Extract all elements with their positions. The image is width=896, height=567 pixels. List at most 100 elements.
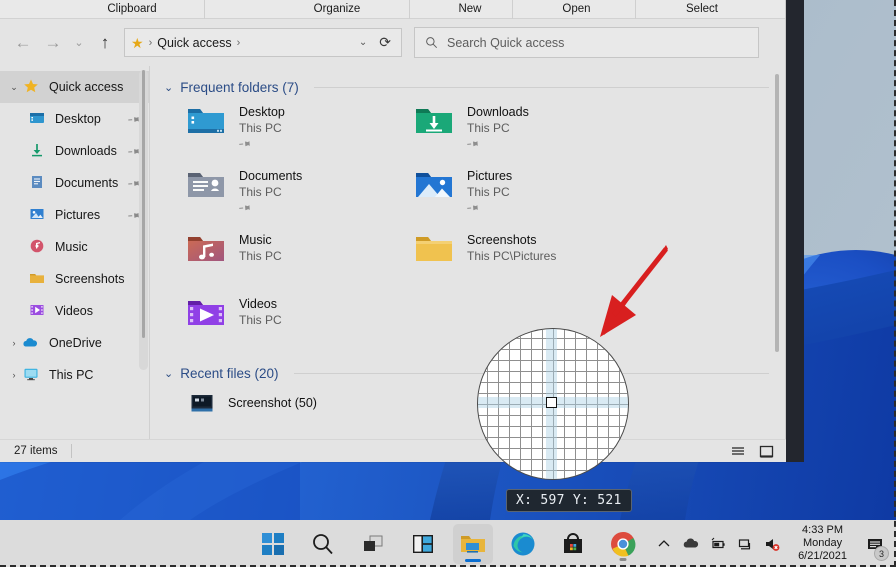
star-icon (22, 78, 42, 96)
volume-muted-icon[interactable] (763, 535, 781, 553)
details-view-icon[interactable] (728, 442, 748, 460)
sidebar-item-label: OneDrive (49, 336, 102, 350)
sidebar-item-label: Music (55, 240, 88, 254)
microsoft-store-button[interactable] (553, 524, 593, 564)
folder-location: This PC (467, 121, 510, 135)
chevron-down-icon[interactable]: ⌄ (164, 367, 173, 380)
music-folder-icon (186, 231, 228, 269)
folder-tile-music[interactable]: Music This PC (186, 231, 414, 284)
active-app-indicator (465, 558, 481, 562)
sidebar-item-desktop[interactable]: Desktop (0, 103, 150, 135)
navigation-pane: ⌄ Quick access Desktop Downloads Documents Pi… (0, 66, 150, 439)
folder-tile-desktop[interactable]: Desktop This PC (186, 103, 414, 156)
pictures-folder-icon (414, 167, 456, 205)
content-scrollbar-thumb[interactable] (775, 74, 779, 352)
sidebar-item-videos[interactable]: Videos (0, 295, 150, 327)
content-scrollbar[interactable] (772, 74, 782, 429)
ribbon-group-bar: Clipboard Organize New Open Select (0, 0, 785, 19)
folder-location: This PC\Pictures (467, 249, 557, 263)
system-tray: 4:33 PM Monday 6/21/2021 3 (655, 520, 896, 567)
search-icon (311, 532, 335, 556)
notification-count-badge[interactable]: 3 (874, 546, 889, 561)
search-placeholder: Search Quick access (447, 35, 565, 50)
cloud-icon[interactable] (682, 535, 700, 553)
breadcrumb-separator: › (148, 36, 153, 49)
recent-files-title: Recent files (20) (180, 366, 279, 381)
downloads-folder-icon (414, 103, 456, 141)
sidebar-item-documents[interactable]: Documents (0, 167, 150, 199)
taskbar: 4:33 PM Monday 6/21/2021 3 (0, 520, 896, 567)
sidebar-item-screenshots[interactable]: Screenshots (0, 263, 150, 295)
folder-tile-documents[interactable]: Documents This PC (186, 167, 414, 220)
folder-name: Videos (239, 297, 277, 311)
window-right-edge (786, 0, 804, 462)
chevron-right-icon[interactable]: › (6, 370, 22, 380)
coordinate-tooltip: X: 597 Y: 521 (506, 489, 632, 512)
widgets-icon (411, 532, 435, 556)
large-icons-view-icon[interactable] (756, 442, 776, 460)
frequent-folders-header[interactable]: ⌄ Frequent folders (7) (150, 66, 785, 95)
folder-location: This PC (467, 185, 510, 199)
widgets-button[interactable] (403, 524, 443, 564)
recent-locations-button[interactable]: ⌄ (68, 28, 90, 58)
sidebar-item-onedrive[interactable]: › OneDrive (0, 327, 150, 359)
folder-tile-videos[interactable]: Videos This PC (186, 295, 414, 348)
sidebar-scrollbar[interactable] (139, 70, 148, 370)
sidebar-item-music[interactable]: Music (0, 231, 150, 263)
search-icon (426, 37, 438, 49)
sidebar-item-label: This PC (49, 368, 94, 382)
edge-icon (510, 531, 536, 557)
folder-tile-pictures[interactable]: Pictures This PC (414, 167, 642, 220)
edge-button[interactable] (503, 524, 543, 564)
file-explorer-window: Clipboard Organize New Open Select ← → ⌄ ↑ ★… (0, 0, 786, 462)
up-button[interactable]: ↑ (90, 28, 120, 58)
navigation-bar: ← → ⌄ ↑ ★ › Quick access › ⌄ ⟳ Search Qu… (0, 19, 785, 66)
sidebar-item-quick-access[interactable]: ⌄ Quick access (0, 71, 150, 103)
sidebar-scrollbar-thumb[interactable] (142, 70, 145, 338)
breadcrumb-quick-access[interactable]: Quick access (157, 36, 231, 50)
recent-files-header[interactable]: ⌄ Recent files (20) (150, 348, 785, 381)
folder-tile-text: Music This PC (239, 231, 282, 264)
sidebar-item-label: Videos (55, 304, 93, 318)
file-explorer-button[interactable] (453, 523, 493, 564)
folder-name: Downloads (467, 105, 529, 119)
pin-icon[interactable] (236, 200, 253, 218)
frequent-folders-title: Frequent folders (7) (180, 80, 299, 95)
loupe-center-pixel (546, 397, 557, 408)
chevron-up-icon[interactable] (655, 535, 673, 553)
folder-name: Screenshots (467, 233, 537, 247)
chevron-down-icon[interactable]: ⌄ (164, 81, 173, 94)
folder-location: This PC (239, 121, 282, 135)
network-icon[interactable] (736, 535, 754, 553)
search-button[interactable] (303, 524, 343, 564)
start-button[interactable] (253, 524, 293, 564)
magnifier-loupe (477, 328, 629, 480)
recent-files-list: Screenshot (50) (150, 381, 785, 419)
folder-tile-text: Documents This PC (239, 167, 302, 218)
task-view-button[interactable] (353, 524, 393, 564)
folder-tile-downloads[interactable]: Downloads This PC (414, 103, 642, 156)
folder-tile-text: Videos This PC (239, 295, 282, 328)
sidebar-item-label: Quick access (49, 80, 124, 94)
address-bar[interactable]: ★ › Quick access › ⌄ ⟳ (124, 28, 402, 57)
windows-logo (261, 532, 285, 556)
pictures-icon (28, 206, 48, 224)
chrome-button[interactable] (603, 524, 643, 564)
sidebar-item-downloads[interactable]: Downloads (0, 135, 150, 167)
sidebar-item-this-pc[interactable]: › This PC (0, 359, 150, 391)
clock[interactable]: 4:33 PM Monday 6/21/2021 (790, 524, 855, 563)
pin-icon[interactable] (464, 200, 481, 218)
chevron-down-icon[interactable]: ⌄ (6, 82, 22, 93)
back-button[interactable]: ← (8, 28, 38, 58)
refresh-icon[interactable]: ⟳ (375, 34, 395, 51)
address-dropdown-icon[interactable]: ⌄ (353, 37, 373, 48)
pin-icon[interactable] (464, 136, 481, 154)
search-box[interactable]: Search Quick access (414, 27, 759, 58)
pin-icon[interactable] (236, 136, 253, 154)
chevron-right-icon[interactable]: › (6, 338, 22, 348)
sidebar-item-pictures[interactable]: Pictures (0, 199, 150, 231)
forward-button[interactable]: → (38, 28, 68, 58)
battery-icon[interactable] (709, 535, 727, 553)
desktop-folder-icon (186, 103, 228, 141)
folder-name: Music (239, 233, 272, 247)
